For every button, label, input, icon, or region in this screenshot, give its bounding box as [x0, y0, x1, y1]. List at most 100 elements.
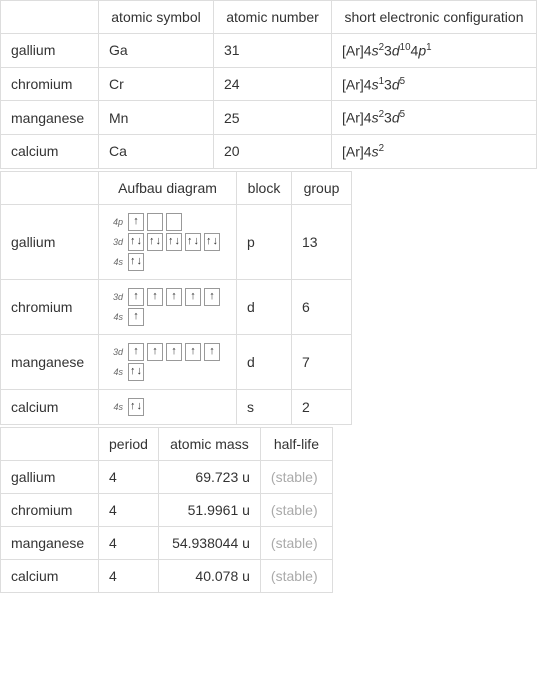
orbital-box: ↑ [128, 288, 144, 306]
element-name: calcium [1, 134, 99, 168]
electron-arrow: ↑ [209, 291, 215, 302]
element-number: 25 [214, 101, 332, 135]
orbital-box: ↑↓ [147, 233, 163, 251]
orbital-box: ↑ [128, 213, 144, 231]
orbital-box: ↑↓ [128, 253, 144, 271]
table-row: chromium Cr 24 [Ar]4s13d5 [1, 67, 537, 101]
orbital-row: 3d ↑↓↑↓↑↓↑↓↑↓ [107, 233, 228, 251]
electron-arrow: ↑ [133, 346, 139, 357]
orbital-box [166, 213, 182, 231]
element-halflife: (stable) [260, 526, 332, 559]
electron-arrow: ↑ [209, 346, 215, 357]
element-period: 4 [99, 493, 159, 526]
element-name: manganese [1, 101, 99, 135]
orbital-label: 4p [107, 217, 123, 227]
electron-arrow: ↓ [175, 236, 181, 247]
electron-arrow: ↑ [130, 401, 136, 412]
element-mass: 69.723 u [158, 460, 260, 493]
electron-arrow: ↓ [213, 236, 219, 247]
orbital-box: ↑↓ [185, 233, 201, 251]
element-config: [Ar]4s2 [332, 134, 537, 168]
element-name: chromium [1, 279, 99, 334]
electron-arrow: ↓ [194, 236, 200, 247]
element-group: 6 [292, 279, 352, 334]
orbital-label: 3d [107, 292, 123, 302]
electron-arrow: ↑ [152, 346, 158, 357]
orbital-box [147, 213, 163, 231]
element-block: d [237, 334, 292, 389]
header-group: group [292, 171, 352, 204]
header-empty [1, 171, 99, 204]
electron-arrow: ↓ [137, 401, 143, 412]
table-aufbau: Aufbau diagram block group gallium 4p ↑ … [0, 171, 352, 425]
table-row: gallium 4p ↑ 3d ↑↓↑↓↑↓↑↓↑↓ 4s ↑↓ p 13 [1, 204, 352, 279]
header-halflife: half-life [260, 427, 332, 460]
electron-arrow: ↑ [168, 236, 174, 247]
header-empty [1, 1, 99, 34]
element-mass: 40.078 u [158, 559, 260, 592]
electron-arrow: ↑ [190, 291, 196, 302]
element-block: d [237, 279, 292, 334]
orbital-row: 3d ↑↑↑↑↑ [107, 288, 228, 306]
element-number: 24 [214, 67, 332, 101]
table-row: chromium 4 51.9961 u (stable) [1, 493, 333, 526]
aufbau-diagram: 3d ↑↑↑↑↑ 4s ↑↓ [99, 334, 237, 389]
orbital-label: 4s [107, 367, 123, 377]
orbital-box: ↑ [204, 343, 220, 361]
electron-arrow: ↑ [190, 346, 196, 357]
element-mass: 51.9961 u [158, 493, 260, 526]
orbital-box: ↑ [185, 343, 201, 361]
element-group: 7 [292, 334, 352, 389]
electron-arrow: ↑ [149, 236, 155, 247]
electron-arrow: ↓ [137, 366, 143, 377]
orbital-box: ↑↓ [166, 233, 182, 251]
element-block: p [237, 204, 292, 279]
orbital-row: 4s ↑ [107, 308, 228, 326]
element-name: manganese [1, 334, 99, 389]
element-symbol: Mn [99, 101, 214, 135]
element-number: 20 [214, 134, 332, 168]
electron-arrow: ↑ [133, 291, 139, 302]
header-empty [1, 427, 99, 460]
table-row: manganese 3d ↑↑↑↑↑ 4s ↑↓ d 7 [1, 334, 352, 389]
element-halflife: (stable) [260, 460, 332, 493]
orbital-label: 4s [107, 257, 123, 267]
electron-arrow: ↑ [171, 346, 177, 357]
electron-arrow: ↑ [130, 256, 136, 267]
table-period-mass: period atomic mass half-life gallium 4 6… [0, 427, 333, 593]
orbital-box: ↑ [166, 288, 182, 306]
orbital-row: 4p ↑ [107, 213, 228, 231]
element-symbol: Cr [99, 67, 214, 101]
element-symbol: Ga [99, 34, 214, 68]
element-period: 4 [99, 559, 159, 592]
electron-arrow: ↑ [171, 291, 177, 302]
electron-arrow: ↑ [206, 236, 212, 247]
electron-arrow: ↑ [187, 236, 193, 247]
table-row: manganese 4 54.938044 u (stable) [1, 526, 333, 559]
orbital-box: ↑↓ [128, 363, 144, 381]
header-symbol: atomic symbol [99, 1, 214, 34]
header-mass: atomic mass [158, 427, 260, 460]
table-row: gallium Ga 31 [Ar]4s23d104p1 [1, 34, 537, 68]
orbital-box: ↑↓ [204, 233, 220, 251]
element-mass: 54.938044 u [158, 526, 260, 559]
element-name: gallium [1, 204, 99, 279]
table-row: manganese Mn 25 [Ar]4s23d5 [1, 101, 537, 135]
orbital-row: 3d ↑↑↑↑↑ [107, 343, 228, 361]
table-row: calcium Ca 20 [Ar]4s2 [1, 134, 537, 168]
orbital-box: ↑↓ [128, 233, 144, 251]
orbital-row: 4s ↑↓ [107, 398, 228, 416]
table-row: chromium 3d ↑ ↑ ↑ ↑ ↑ 4s ↑ d 6 [1, 279, 352, 334]
electron-arrow: ↑ [130, 366, 136, 377]
element-group: 2 [292, 389, 352, 424]
element-halflife: (stable) [260, 559, 332, 592]
electron-arrow: ↓ [137, 236, 143, 247]
orbital-box: ↑ [147, 343, 163, 361]
header-block: block [237, 171, 292, 204]
aufbau-diagram: 4s ↑↓ [99, 389, 237, 424]
element-number: 31 [214, 34, 332, 68]
orbital-box: ↑ [166, 343, 182, 361]
electron-arrow: ↑ [133, 311, 139, 322]
orbital-box: ↑ [128, 308, 144, 326]
orbital-box: ↑ [128, 343, 144, 361]
